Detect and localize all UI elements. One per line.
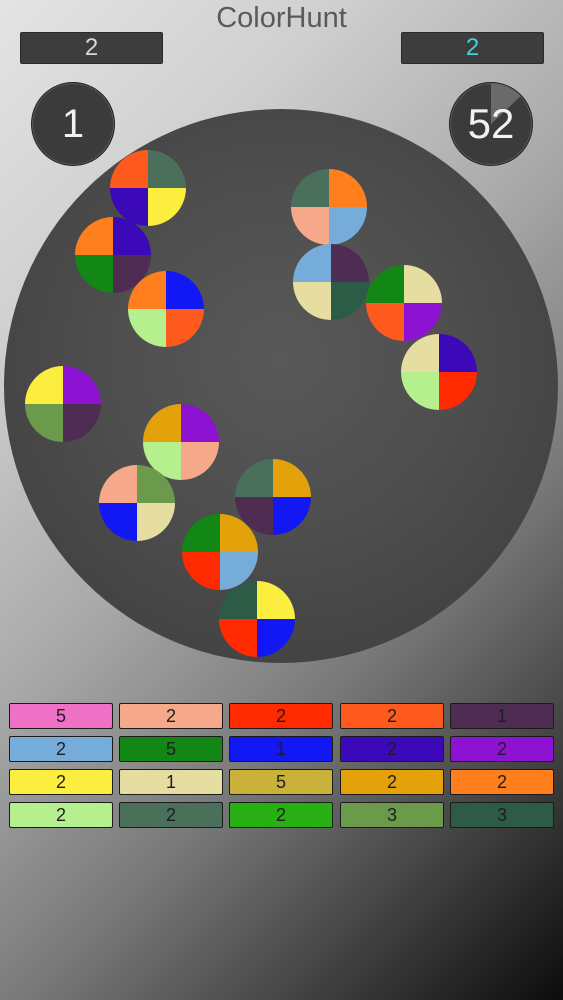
palette-swatch[interactable]: 2 — [229, 703, 333, 729]
color-ball[interactable] — [401, 334, 477, 410]
color-ball[interactable] — [128, 271, 204, 347]
palette-swatch[interactable]: 1 — [229, 736, 333, 762]
ball-quadrant — [366, 303, 404, 341]
balls-layer — [25, 150, 477, 657]
color-ball[interactable] — [291, 169, 367, 245]
ball-quadrant — [75, 255, 113, 293]
palette-swatch[interactable]: 2 — [340, 736, 444, 762]
ball-quadrant — [404, 265, 442, 303]
ball-quadrant — [148, 188, 186, 226]
ball-quadrant — [99, 503, 137, 541]
color-ball[interactable] — [293, 244, 369, 320]
ball-quadrant — [148, 150, 186, 188]
palette-swatch[interactable]: 2 — [9, 736, 113, 762]
ball-quadrant — [182, 552, 220, 590]
palette-swatch[interactable]: 3 — [340, 802, 444, 828]
ball-quadrant — [182, 514, 220, 552]
color-ball[interactable] — [99, 465, 175, 541]
color-ball[interactable] — [219, 581, 295, 657]
color-ball[interactable] — [366, 265, 442, 341]
ball-quadrant — [25, 404, 63, 442]
color-ball[interactable] — [182, 514, 258, 590]
ball-quadrant — [137, 503, 175, 541]
ball-quadrant — [273, 497, 311, 535]
ball-quadrant — [110, 150, 148, 188]
ball-quadrant — [235, 459, 273, 497]
ball-quadrant — [401, 372, 439, 410]
ball-quadrant — [291, 169, 329, 207]
palette-swatch[interactable]: 2 — [119, 703, 223, 729]
ball-quadrant — [143, 404, 181, 442]
palette-swatch[interactable]: 1 — [119, 769, 223, 795]
ball-quadrant — [128, 309, 166, 347]
palette-swatch[interactable]: 3 — [450, 802, 554, 828]
color-ball[interactable] — [235, 459, 311, 535]
palette-swatch[interactable]: 2 — [450, 769, 554, 795]
ball-quadrant — [25, 366, 63, 404]
ball-quadrant — [166, 309, 204, 347]
ball-quadrant — [291, 207, 329, 245]
ball-quadrant — [293, 244, 331, 282]
palette-swatch[interactable]: 2 — [119, 802, 223, 828]
palette-swatch[interactable]: 1 — [450, 703, 554, 729]
color-ball[interactable] — [75, 217, 151, 293]
ball-quadrant — [331, 282, 369, 320]
ball-quadrant — [331, 244, 369, 282]
ball-quadrant — [439, 372, 477, 410]
ball-quadrant — [181, 442, 219, 480]
ball-quadrant — [75, 217, 113, 255]
ball-quadrant — [329, 169, 367, 207]
ball-quadrant — [63, 366, 101, 404]
ball-quadrant — [273, 459, 311, 497]
palette-swatch[interactable]: 2 — [9, 769, 113, 795]
color-ball[interactable] — [25, 366, 101, 442]
ball-quadrant — [257, 619, 295, 657]
ball-quadrant — [329, 207, 367, 245]
color-ball[interactable] — [143, 404, 219, 480]
ball-quadrant — [439, 334, 477, 372]
ball-quadrant — [63, 404, 101, 442]
palette-swatch[interactable]: 2 — [9, 802, 113, 828]
palette-swatch[interactable]: 2 — [340, 703, 444, 729]
ball-quadrant — [257, 581, 295, 619]
ball-quadrant — [219, 619, 257, 657]
ball-quadrant — [166, 271, 204, 309]
ball-quadrant — [293, 282, 331, 320]
ball-quadrant — [181, 404, 219, 442]
palette-swatch[interactable]: 2 — [340, 769, 444, 795]
palette-swatch[interactable]: 5 — [119, 736, 223, 762]
palette-swatch[interactable]: 5 — [9, 703, 113, 729]
ball-quadrant — [99, 465, 137, 503]
palette-swatch[interactable]: 2 — [229, 802, 333, 828]
palette-swatch[interactable]: 5 — [229, 769, 333, 795]
palette-swatch[interactable]: 2 — [450, 736, 554, 762]
ball-quadrant — [366, 265, 404, 303]
color-ball[interactable] — [110, 150, 186, 226]
